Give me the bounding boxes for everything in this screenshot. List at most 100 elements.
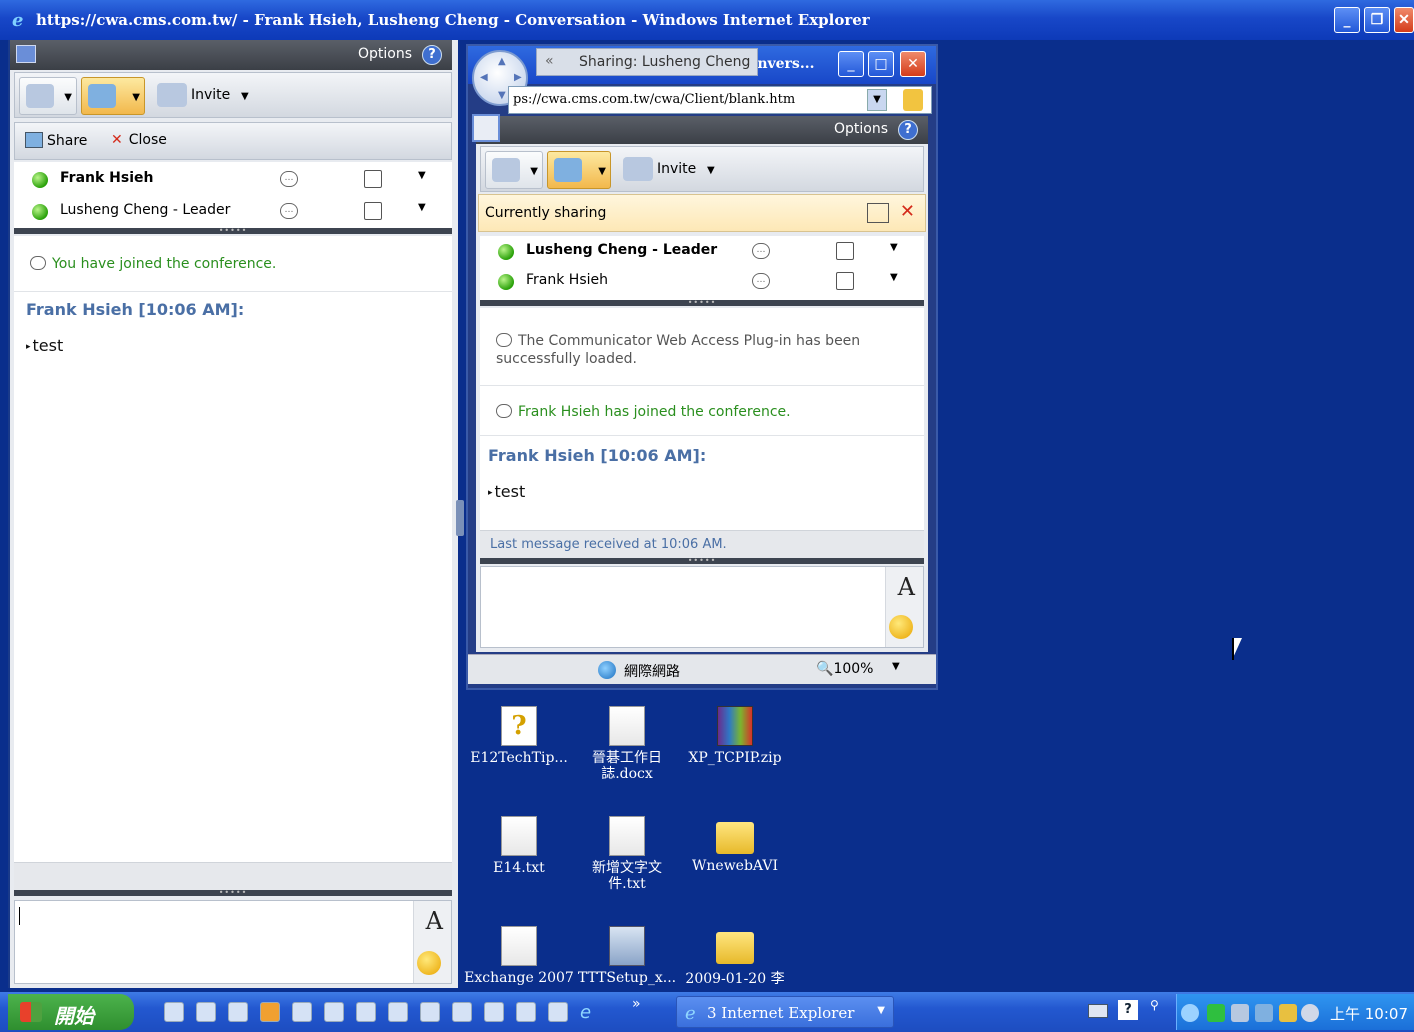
- close-icon: ✕: [111, 132, 123, 148]
- resize-grip[interactable]: •••••: [14, 888, 452, 897]
- quicklaunch-icon[interactable]: [516, 1002, 536, 1022]
- desktop-icon[interactable]: 新增文字文件.txt: [572, 816, 682, 892]
- quicklaunch-icon[interactable]: [484, 1002, 504, 1022]
- quicklaunch-icon[interactable]: [164, 1002, 184, 1022]
- im-icon[interactable]: …: [752, 243, 770, 259]
- emoticon-icon[interactable]: [889, 615, 913, 639]
- quicklaunch-icon[interactable]: [196, 1002, 216, 1022]
- update-icon[interactable]: [1301, 1004, 1319, 1022]
- invite-people-icon: [157, 83, 187, 107]
- message-input[interactable]: A: [14, 900, 452, 984]
- start-button[interactable]: 開始: [8, 994, 134, 1030]
- participant-row[interactable]: Frank Hsieh … ▼: [480, 266, 924, 296]
- chevron-down-icon[interactable]: ▼: [892, 661, 900, 672]
- minimize-button[interactable]: _: [838, 51, 864, 77]
- language-icon[interactable]: ⚲: [1150, 998, 1159, 1012]
- emoticon-icon[interactable]: [417, 951, 441, 975]
- desktop-icon[interactable]: WnewebAVI: [680, 816, 790, 874]
- desktop-icon[interactable]: XP_TCPIP.zip: [680, 706, 790, 766]
- stop-sharing-icon[interactable]: ✕: [900, 201, 915, 222]
- minimize-button[interactable]: _: [1334, 7, 1360, 33]
- monitor-icon: [554, 158, 582, 182]
- pane-header: Options ?: [10, 40, 452, 70]
- desktop-icon[interactable]: Exchange 2007: [464, 926, 574, 986]
- close-window-button[interactable]: ✕: [1394, 7, 1414, 33]
- options-menu[interactable]: Options: [358, 46, 412, 62]
- communicator-icon[interactable]: [1231, 1004, 1249, 1022]
- chevron-down-icon[interactable]: ▼: [890, 272, 898, 283]
- volume-icon[interactable]: [1255, 1004, 1273, 1022]
- quicklaunch-overflow-icon[interactable]: »: [632, 996, 641, 1012]
- phone-button[interactable]: ▼: [19, 77, 77, 115]
- quicklaunch-icon[interactable]: [292, 1002, 312, 1022]
- share-screen-icon[interactable]: [836, 242, 854, 260]
- share-screen-icon[interactable]: [364, 170, 382, 188]
- invite-button[interactable]: Invite ▼: [151, 77, 447, 115]
- collapse-handle[interactable]: [456, 500, 464, 536]
- quicklaunch-icon[interactable]: [452, 1002, 472, 1022]
- chevron-down-icon[interactable]: ▼: [890, 242, 898, 253]
- im-icon[interactable]: …: [280, 203, 298, 219]
- conversation-pane: Options ? ▼ ▼ Invite ▼ Share ✕ Close Fran…: [8, 40, 458, 988]
- resize-grip[interactable]: •••••: [480, 298, 924, 307]
- share-icon: [25, 132, 43, 148]
- quicklaunch-icon[interactable]: [548, 1002, 568, 1022]
- chevron-down-icon[interactable]: ▼: [418, 202, 426, 213]
- participant-name: Frank Hsieh: [526, 272, 608, 288]
- message-input[interactable]: A: [480, 566, 924, 648]
- desktop-share-button[interactable]: ▼: [547, 151, 611, 189]
- participant-row[interactable]: Lusheng Cheng - Leader … ▼: [480, 236, 924, 266]
- desktop-icon[interactable]: 晉碁工作日誌.docx: [572, 706, 682, 782]
- resize-grip[interactable]: •••••: [480, 556, 924, 565]
- help-icon[interactable]: ?: [898, 120, 918, 140]
- share-screen-icon[interactable]: [836, 272, 854, 290]
- app-icon[interactable]: [472, 114, 500, 142]
- sharing-indicator[interactable]: « Sharing: Lusheng Cheng: [536, 48, 758, 76]
- ie-title-bar[interactable]: e https://cwa.cms.com.tw/ - Frank Hsieh,…: [0, 0, 1414, 40]
- desktop-icon[interactable]: 2009-01-20 李: [680, 926, 790, 988]
- share-screen-icon[interactable]: [867, 203, 889, 223]
- ie-icon[interactable]: e: [580, 1002, 600, 1023]
- phone-button[interactable]: ▼: [485, 151, 543, 189]
- participant-row[interactable]: Frank Hsieh … ▼: [14, 164, 452, 194]
- quicklaunch-icon[interactable]: [356, 1002, 376, 1022]
- participant-row[interactable]: Lusheng Cheng - Leader … ▼: [14, 196, 452, 226]
- quicklaunch-icon[interactable]: [420, 1002, 440, 1022]
- maximize-button[interactable]: □: [868, 51, 894, 77]
- share-screen-icon[interactable]: [364, 202, 382, 220]
- font-icon[interactable]: A: [426, 907, 443, 935]
- close-sharing-button[interactable]: ✕ Close: [111, 132, 167, 148]
- security-icon[interactable]: [1279, 1004, 1297, 1022]
- restore-button[interactable]: ❐: [1364, 7, 1390, 33]
- address-bar[interactable]: ps://cwa.cms.com.tw/cwa/Client/blank.htm…: [508, 86, 932, 114]
- quicklaunch-icon[interactable]: [260, 1002, 280, 1022]
- chevron-down-icon[interactable]: ▼: [867, 89, 887, 111]
- invite-button[interactable]: Invite ▼: [617, 151, 917, 189]
- quicklaunch-icon[interactable]: [324, 1002, 344, 1022]
- desktop-icon-label: XP_TCPIP.zip: [688, 750, 782, 766]
- desktop-icon[interactable]: E14.txt: [464, 816, 574, 876]
- close-window-button[interactable]: ✕: [900, 51, 926, 77]
- options-menu[interactable]: Options: [834, 121, 888, 137]
- chevron-down-icon[interactable]: ▼: [418, 170, 426, 181]
- desktop-icon[interactable]: ? E12TechTip...: [464, 706, 574, 766]
- desktop-share-button[interactable]: ▼: [81, 77, 145, 115]
- share-button[interactable]: Share: [25, 132, 87, 149]
- im-icon[interactable]: …: [280, 171, 298, 187]
- expand-tray-icon[interactable]: [1181, 1004, 1199, 1022]
- keyboard-icon[interactable]: [1088, 1004, 1108, 1018]
- resize-grip[interactable]: •••••: [14, 226, 452, 235]
- lock-icon[interactable]: [903, 89, 923, 111]
- ie-icon: e: [12, 10, 24, 31]
- network-icon[interactable]: [1207, 1004, 1225, 1022]
- font-icon[interactable]: A: [898, 573, 915, 601]
- taskbar-item-ie[interactable]: e 3 Internet Explorer ▼: [676, 996, 894, 1028]
- desktop-icon[interactable]: TTTSetup_x...: [572, 926, 682, 986]
- zoom-level[interactable]: 🔍100%: [816, 661, 873, 677]
- help-icon[interactable]: ?: [1118, 1000, 1138, 1020]
- help-icon[interactable]: ?: [422, 45, 442, 65]
- im-icon[interactable]: …: [752, 273, 770, 289]
- quicklaunch-icon[interactable]: [388, 1002, 408, 1022]
- quicklaunch-icon[interactable]: [228, 1002, 248, 1022]
- zoom-value: 100%: [833, 661, 874, 677]
